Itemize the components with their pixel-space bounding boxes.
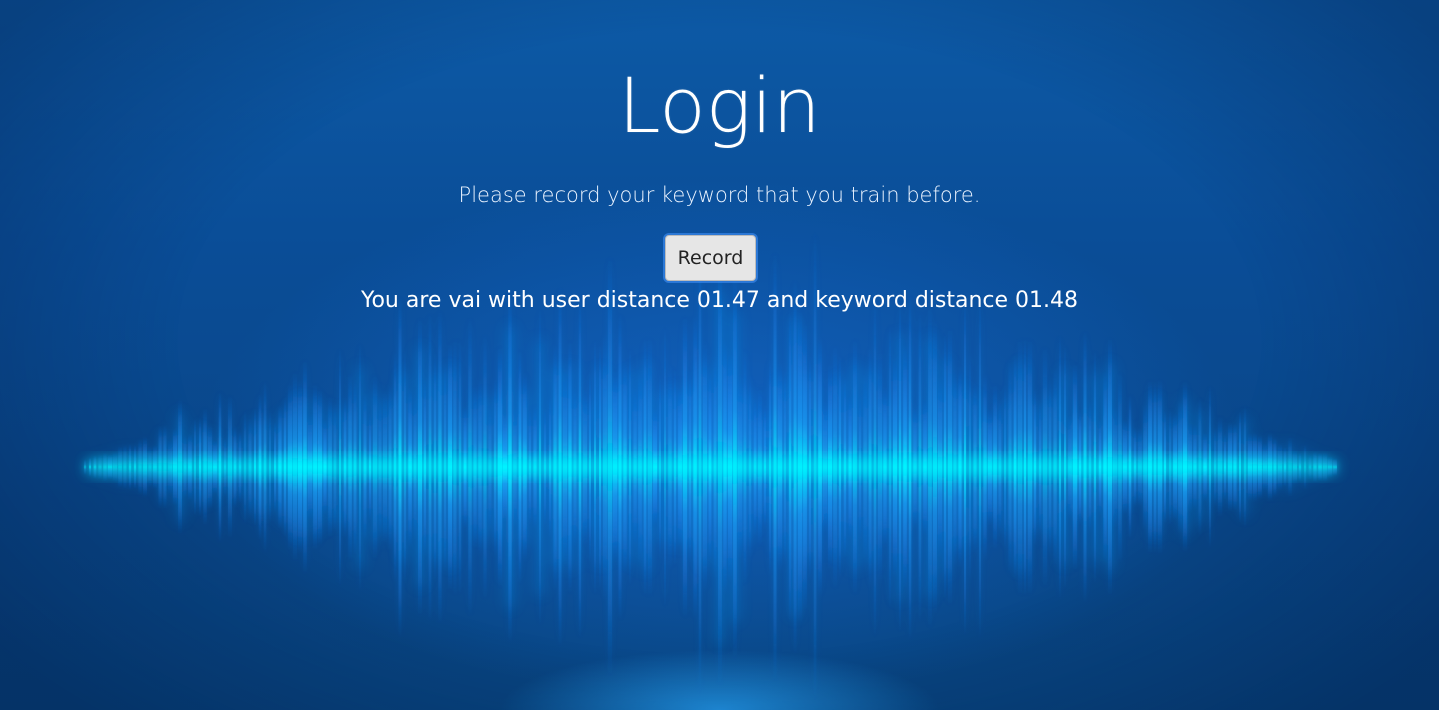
result-message: You are vai with user distance 01.47 and…	[360, 288, 1079, 313]
record-button[interactable]: Record	[665, 235, 756, 281]
page-title: Login	[618, 61, 821, 150]
instruction-text: Please record your keyword that you trai…	[458, 183, 981, 207]
wave-core-line	[85, 459, 1337, 475]
